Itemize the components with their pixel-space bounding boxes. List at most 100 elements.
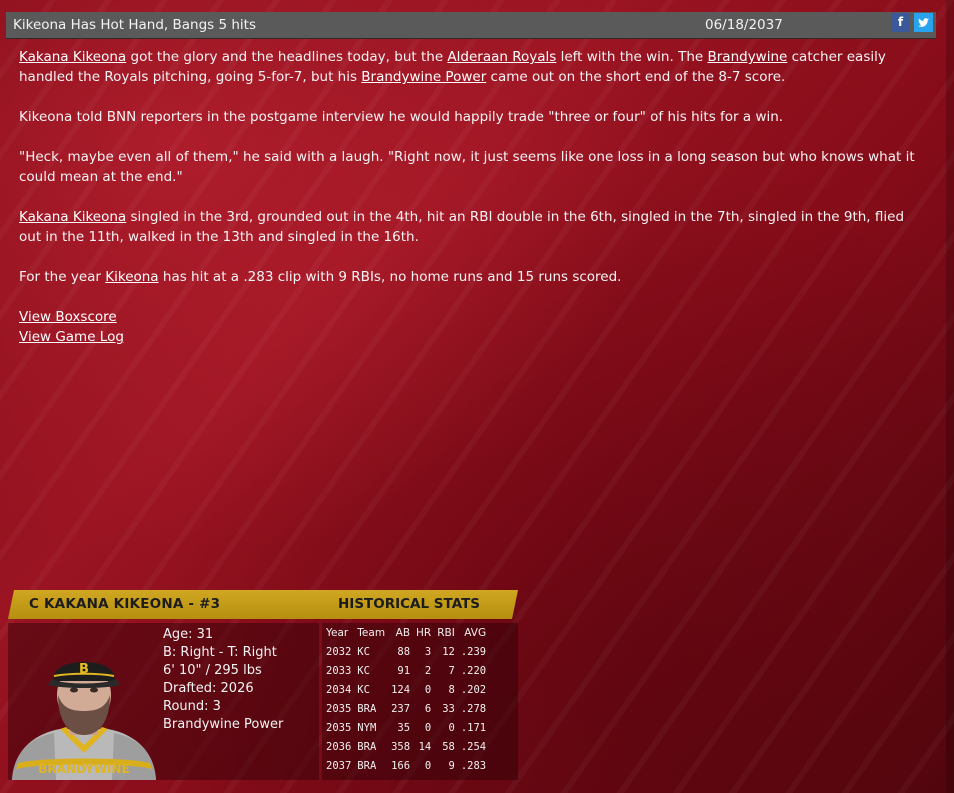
opponent-team-link[interactable]: Alderaan Royals: [447, 49, 556, 65]
twitter-icon[interactable]: [914, 13, 933, 32]
table-row: 2033 KC 91 2 7 .220: [323, 661, 489, 680]
player-link[interactable]: Kakana Kikeona: [19, 209, 126, 225]
player-age: Age: 31: [163, 627, 214, 642]
stat-ab: 124: [391, 683, 411, 696]
facebook-icon[interactable]: f: [891, 13, 910, 32]
historical-stats-table: Year Team AB HR RBI AVG 2032 KC 88 3 12 …: [323, 623, 489, 775]
stat-avg: .202: [460, 683, 487, 696]
stat-hr: 0: [424, 721, 432, 734]
stat-team: KC: [357, 645, 370, 658]
page-scrollbar[interactable]: [946, 0, 954, 793]
stat-ab: 166: [391, 759, 411, 772]
stat-ab: 237: [391, 702, 411, 715]
stat-avg: .220: [460, 664, 487, 677]
stat-avg: .254: [460, 740, 487, 753]
table-row: 2035 BRA 237 6 33 .278: [323, 699, 489, 718]
player-drafted: Drafted: 2026: [163, 681, 254, 696]
stat-team: KC: [357, 664, 370, 677]
stat-avg: .283: [460, 759, 487, 772]
jersey-lettering: BRANDYWINE: [38, 762, 129, 776]
paragraph-text: got the glory and the headlines today, b…: [126, 49, 448, 65]
stat-ab: 91: [397, 664, 411, 677]
article-paragraph-4: Kakana Kikeona singled in the 3rd, groun…: [19, 207, 927, 247]
stat-avg: .239: [460, 645, 487, 658]
stat-year: 2034: [326, 683, 352, 696]
stat-hr: 2: [424, 664, 432, 677]
historical-stats-label: HISTORICAL STATS: [338, 596, 481, 612]
stat-rbi: 8: [448, 683, 455, 696]
stat-rbi: 58: [442, 740, 455, 753]
stat-ab: 35: [397, 721, 411, 734]
player-info-panel: B BRANDYWINE Age: 31 B: Right - T: Right…: [8, 623, 319, 780]
stat-avg: .278: [460, 702, 487, 715]
stat-year: 2037: [326, 759, 352, 772]
table-row: 2036 BRA 358 14 58 .254: [323, 737, 489, 756]
article-title-bar: Kikeona Has Hot Hand, Bangs 5 hits 06/18…: [6, 12, 936, 39]
player-bats-throws: B: Right - T: Right: [163, 645, 277, 660]
player-portrait: B BRANDYWINE: [12, 662, 156, 780]
player-height-weight: 6' 10" / 295 lbs: [163, 663, 262, 678]
stat-team: NYM: [357, 721, 377, 734]
stat-ab: 358: [391, 740, 411, 753]
stat-team: BRA: [357, 759, 377, 772]
player-card-name[interactable]: C KAKANA KIKEONA - #3: [29, 596, 220, 612]
historical-stats-panel: Year Team AB HR RBI AVG 2032 KC 88 3 12 …: [322, 623, 518, 780]
stat-rbi: 7: [448, 664, 455, 677]
table-row: 2034 KC 124 0 8 .202: [323, 680, 489, 699]
stat-year: 2032: [326, 645, 352, 658]
stat-year: 2035: [326, 721, 352, 734]
stat-hr: 6: [424, 702, 432, 715]
article-paragraph-3: "Heck, maybe even all of them," he said …: [19, 149, 915, 185]
article-paragraph-1: Kakana Kikeona got the glory and the hea…: [19, 47, 927, 87]
stat-team: BRA: [357, 740, 377, 753]
col-team: Team: [357, 626, 386, 639]
stat-ab: 88: [397, 645, 411, 658]
stat-hr: 0: [424, 759, 432, 772]
article-links: View Boxscore View Game Log: [19, 307, 124, 347]
player-link[interactable]: Kakana Kikeona: [19, 49, 126, 65]
player-round: Round: 3: [163, 699, 221, 714]
view-boxscore-link[interactable]: View Boxscore: [19, 309, 117, 325]
stat-hr: 3: [424, 645, 432, 658]
col-avg: AVG: [464, 626, 487, 639]
stat-rbi: 12: [442, 645, 455, 658]
stat-rbi: 0: [448, 721, 455, 734]
article-date: 06/18/2037: [705, 17, 783, 33]
player-bio: Age: 31 B: Right - T: Right 6' 10" / 295…: [163, 626, 283, 734]
cap-logo: B: [79, 662, 89, 677]
paragraph-text: For the year: [19, 269, 106, 285]
col-year: Year: [326, 626, 349, 639]
team-link[interactable]: Brandywine Power: [361, 69, 486, 85]
table-row: 2035 NYM 35 0 0 .171: [323, 718, 489, 737]
player-card-header: C KAKANA KIKEONA - #3 HISTORICAL STATS: [8, 590, 518, 619]
stat-rbi: 9: [448, 759, 455, 772]
twitter-bird-glyph: [918, 18, 929, 27]
team-link[interactable]: Brandywine: [707, 49, 787, 65]
article-title: Kikeona Has Hot Hand, Bangs 5 hits: [13, 17, 256, 33]
player-avatar: B BRANDYWINE: [10, 649, 158, 780]
stat-year: 2033: [326, 664, 352, 677]
stat-hr: 14: [418, 740, 432, 753]
stat-year: 2035: [326, 702, 352, 715]
view-game-log-link[interactable]: View Game Log: [19, 329, 124, 345]
col-ab: AB: [395, 626, 411, 639]
stat-rbi: 33: [442, 702, 455, 715]
table-row: 2032 KC 88 3 12 .239: [323, 642, 489, 661]
paragraph-text: left with the win. The: [556, 49, 708, 65]
stat-hr: 0: [424, 683, 432, 696]
stat-year: 2036: [326, 740, 352, 753]
article-body: Kakana Kikeona got the glory and the hea…: [19, 47, 927, 307]
stat-team: BRA: [357, 702, 377, 715]
stat-avg: .171: [460, 721, 487, 734]
table-row: 2037 BRA 166 0 9 .283: [323, 756, 489, 775]
col-hr: HR: [416, 626, 432, 639]
paragraph-text: singled in the 3rd, grounded out in the …: [19, 209, 905, 245]
paragraph-text: came out on the short end of the 8-7 sco…: [486, 69, 786, 85]
player-link[interactable]: Kikeona: [105, 269, 158, 285]
stat-team: KC: [357, 683, 370, 696]
col-rbi: RBI: [437, 626, 455, 639]
article-paragraph-2: Kikeona told BNN reporters in the postga…: [19, 109, 784, 125]
paragraph-text: has hit at a .283 clip with 9 RBIs, no h…: [158, 269, 622, 285]
article-paragraph-5: For the year Kikeona has hit at a .283 c…: [19, 267, 927, 287]
player-team: Brandywine Power: [163, 717, 284, 732]
